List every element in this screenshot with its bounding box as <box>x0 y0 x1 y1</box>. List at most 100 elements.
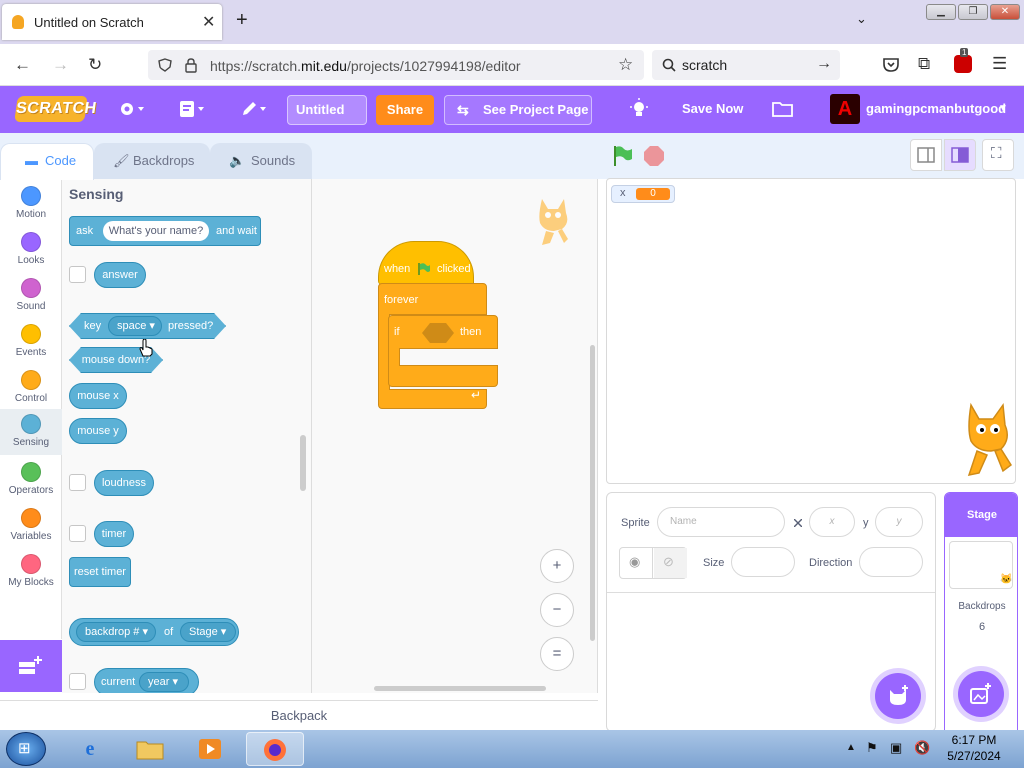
green-flag-icon[interactable] <box>612 145 634 167</box>
menu-icon[interactable]: ☰ <box>992 54 1007 74</box>
ask-input[interactable]: What's your name? <box>103 221 209 241</box>
my-stuff-folder-icon[interactable] <box>772 100 794 118</box>
scratch-logo[interactable]: SCRATCH <box>14 96 98 122</box>
close-window-button[interactable]: ✕ <box>990 4 1020 20</box>
cat-sprite-icon[interactable] <box>963 399 1015 485</box>
stage-canvas[interactable]: x 0 <box>606 178 1016 484</box>
volume-muted-icon[interactable]: 🔇 <box>914 740 930 756</box>
hide-sprite-button[interactable]: ⊘ <box>654 548 687 578</box>
variable-monitor[interactable]: x 0 <box>611 185 675 203</box>
settings-gear-icon[interactable] <box>118 99 146 119</box>
clock-time[interactable]: 6:17 PM <box>938 733 1010 747</box>
tray-expand-icon[interactable]: ▲ <box>846 742 856 753</box>
zoom-reset-button[interactable]: = <box>540 637 574 671</box>
url-bar[interactable]: https://scratch.mit.edu/projects/1027994… <box>148 50 644 80</box>
media-player-icon[interactable] <box>184 732 236 766</box>
category-operators[interactable]: Operators <box>0 457 62 503</box>
maximize-button[interactable]: ❐ <box>958 4 988 20</box>
x-position-input[interactable]: x <box>809 507 855 537</box>
ublock-icon[interactable]: 1 <box>954 48 972 73</box>
new-tab-button[interactable]: + <box>236 9 248 32</box>
stage-target-dropdown[interactable]: Stage ▾ <box>180 622 236 642</box>
fullscreen-button[interactable]: ⛶ <box>982 139 1014 171</box>
workspace-horizontal-scrollbar[interactable] <box>374 686 546 691</box>
turbo-lightbulb-icon[interactable] <box>628 98 650 120</box>
current-unit-dropdown[interactable]: year ▾ <box>139 672 189 692</box>
palette-scrollbar[interactable] <box>300 435 306 491</box>
loudness-checkbox[interactable] <box>69 474 86 491</box>
browser-tab[interactable]: Untitled on Scratch ✕ <box>2 4 222 40</box>
add-extension-button[interactable] <box>0 640 62 692</box>
file-explorer-icon[interactable] <box>124 732 176 766</box>
stage-selector-pane[interactable]: Stage 🐱 Backdrops 6 <box>944 492 1018 732</box>
answer-checkbox[interactable] <box>69 266 86 283</box>
project-title-input[interactable]: Untitled <box>287 95 367 125</box>
category-sensing[interactable]: Sensing <box>0 409 62 455</box>
tab-list-button[interactable]: ⌄ <box>856 11 867 27</box>
normal-stage-button[interactable] <box>944 139 976 171</box>
backdrop-of-stage-reporter[interactable]: backdrop # ▾ of Stage ▾ <box>69 618 239 646</box>
category-looks[interactable]: Looks <box>0 227 62 273</box>
close-tab-icon[interactable]: ✕ <box>202 12 215 32</box>
category-events[interactable]: Events <box>0 319 62 365</box>
choose-sprite-button[interactable] <box>875 673 921 719</box>
current-checkbox[interactable] <box>69 673 86 690</box>
pocket-icon[interactable] <box>882 56 900 74</box>
mouse-x-reporter[interactable]: mouse x <box>69 383 127 409</box>
avatar[interactable]: A <box>830 94 860 124</box>
empty-condition-slot[interactable] <box>422 323 454 343</box>
category-control[interactable]: Control <box>0 365 62 411</box>
y-position-input[interactable]: y <box>875 507 923 537</box>
see-project-page-button[interactable]: ⇆ See Project Page <box>444 95 592 125</box>
tab-code[interactable]: ▬ Code <box>0 143 94 180</box>
backdrop-property-dropdown[interactable]: backdrop # ▾ <box>76 622 156 642</box>
save-now-button[interactable]: Save Now <box>682 101 743 116</box>
sprite-name-input[interactable]: Name <box>657 507 785 537</box>
bookmark-star-icon[interactable]: ☆ <box>618 55 633 75</box>
network-icon[interactable]: ▣ <box>890 740 902 756</box>
if-then-block[interactable]: if then <box>388 315 498 387</box>
small-stage-button[interactable] <box>910 139 942 171</box>
direction-input[interactable] <box>859 547 923 577</box>
timer-checkbox[interactable] <box>69 525 86 542</box>
search-box[interactable]: scratch → <box>652 50 840 80</box>
current-year-reporter[interactable]: current year ▾ <box>94 668 199 693</box>
category-my-blocks[interactable]: My Blocks <box>0 549 62 595</box>
file-menu-icon[interactable] <box>178 99 208 119</box>
when-flag-clicked-block[interactable]: when clicked <box>378 241 474 285</box>
share-button[interactable]: Share <box>376 95 434 125</box>
account-dropdown-icon[interactable]: ▼ <box>998 103 1008 114</box>
key-dropdown[interactable]: space ▾ <box>108 316 162 336</box>
tab-backdrops[interactable]: 🖌 Backdrops <box>94 143 210 179</box>
forward-arrow-icon[interactable]: → <box>52 55 69 75</box>
go-arrow-icon[interactable]: → <box>816 55 832 73</box>
code-workspace[interactable]: when clicked forever ↵ if then + − = <box>312 179 598 693</box>
edit-menu-icon[interactable] <box>240 99 270 119</box>
windows-start-button[interactable]: ⊞ <box>6 732 46 766</box>
size-input[interactable] <box>731 547 795 577</box>
firefox-taskbar-button[interactable] <box>246 732 304 766</box>
action-center-flag-icon[interactable]: ⚑ <box>866 740 878 756</box>
tab-sounds[interactable]: 🔈 Sounds <box>210 143 312 179</box>
back-arrow-icon[interactable]: ← <box>14 55 31 75</box>
internet-explorer-icon[interactable]: e <box>64 732 116 766</box>
answer-reporter[interactable]: answer <box>94 262 146 288</box>
category-sound[interactable]: Sound <box>0 273 62 319</box>
mouse-y-reporter[interactable]: mouse y <box>69 418 127 444</box>
workspace-vertical-scrollbar[interactable] <box>590 345 595 641</box>
reset-timer-block[interactable]: reset timer <box>69 557 131 587</box>
category-motion[interactable]: Motion <box>0 181 62 227</box>
ask-and-wait-block[interactable]: ask What's your name? and wait <box>69 216 261 246</box>
clock-date[interactable]: 5/27/2024 <box>938 749 1010 763</box>
show-sprite-button[interactable]: ◉ <box>620 548 653 578</box>
stop-sign-icon[interactable] <box>644 146 664 166</box>
timer-reporter[interactable]: timer <box>94 521 134 547</box>
username[interactable]: gamingpcmanbutgood <box>866 101 1006 116</box>
zoom-in-button[interactable]: + <box>540 549 574 583</box>
category-variables[interactable]: Variables <box>0 503 62 549</box>
extensions-icon[interactable]: ⧉ <box>918 54 930 74</box>
key-pressed-block[interactable]: key space ▾ pressed? <box>69 313 226 339</box>
minimize-button[interactable]: ▁ <box>926 4 956 20</box>
reload-icon[interactable]: ↻ <box>88 55 102 75</box>
zoom-out-button[interactable]: − <box>540 593 574 627</box>
